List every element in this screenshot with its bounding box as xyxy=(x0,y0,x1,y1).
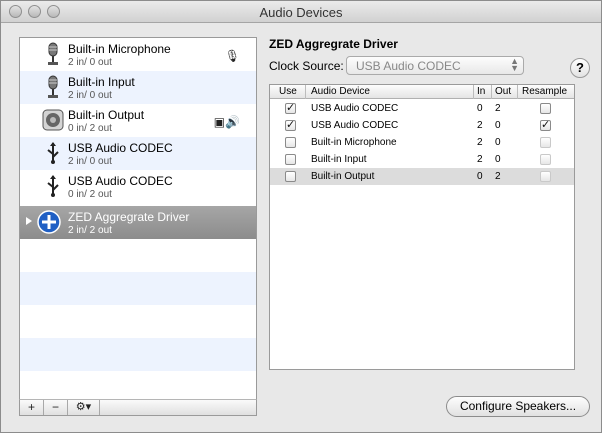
audio-device-cell: Built-in Microphone xyxy=(311,137,397,148)
microphone-icon xyxy=(48,42,58,65)
device-channels: 2 in/ 0 out xyxy=(68,57,112,68)
out-cell: 0 xyxy=(495,137,501,148)
device-channels: 0 in/ 2 out xyxy=(68,123,112,134)
resample-checkbox[interactable]: ✓ xyxy=(540,120,551,131)
disclosure-triangle-icon[interactable] xyxy=(26,217,32,225)
resample-checkbox[interactable] xyxy=(540,103,551,114)
table-row[interactable]: ✓ USB Audio CODEC 2 0 ✓ xyxy=(270,117,574,134)
resample-checkbox xyxy=(540,171,551,182)
audio-devices-window: Audio Devices Built-in Microphone 2 in/ … xyxy=(0,0,602,433)
device-row-zed-aggregate-driver[interactable]: ZED Aggregrate Driver 2 in/ 2 out xyxy=(20,206,256,239)
out-cell: 0 xyxy=(495,154,501,165)
device-name: ZED Aggregrate Driver xyxy=(68,210,190,224)
device-row-built-in-input[interactable]: Built-in Input 2 in/ 0 out xyxy=(20,71,256,104)
empty-list-stripe xyxy=(20,338,256,371)
in-cell: 0 xyxy=(477,171,483,182)
clock-source-value: USB Audio CODEC xyxy=(356,59,461,73)
device-name: Built-in Microphone xyxy=(68,42,171,56)
default-input-icon: 🎙 xyxy=(224,49,240,63)
device-row-usb-audio-codec-input[interactable]: USB Audio CODEC 2 in/ 0 out xyxy=(20,137,256,170)
use-checkbox[interactable] xyxy=(285,154,296,165)
table-header: Use Audio Device In Out Resample xyxy=(270,85,574,99)
in-cell: 2 xyxy=(477,154,483,165)
help-button[interactable]: ? xyxy=(570,58,590,78)
usb-icon xyxy=(47,142,59,164)
column-header-use[interactable]: Use xyxy=(279,86,297,97)
device-list: Built-in Microphone 2 in/ 0 out 🎙 Built-… xyxy=(19,37,257,400)
usb-icon xyxy=(47,175,59,197)
device-row-built-in-microphone[interactable]: Built-in Microphone 2 in/ 0 out 🎙 xyxy=(20,38,256,71)
device-name: Built-in Output xyxy=(68,108,145,122)
device-channels: 2 in/ 0 out xyxy=(68,156,112,167)
device-row-built-in-output[interactable]: Built-in Output 0 in/ 2 out ▣🔊 xyxy=(20,104,256,137)
table-row[interactable]: Built-in Input 2 0 xyxy=(270,151,574,168)
clock-source-label: Clock Source: xyxy=(269,59,344,73)
speaker-icon xyxy=(42,109,64,131)
device-name: USB Audio CODEC xyxy=(68,174,173,188)
audio-device-cell: USB Audio CODEC xyxy=(311,120,399,131)
device-channels: 2 in/ 0 out xyxy=(68,90,112,101)
out-cell: 0 xyxy=(495,120,501,131)
audio-device-cell: USB Audio CODEC xyxy=(311,103,399,114)
in-cell: 2 xyxy=(477,120,483,131)
select-arrows-icon: ▲ ▼ xyxy=(510,56,519,73)
add-device-button[interactable]: + xyxy=(20,400,44,415)
empty-list-stripe xyxy=(20,272,256,305)
table-row[interactable]: Built-in Microphone 2 0 xyxy=(270,134,574,151)
clock-source-select[interactable]: USB Audio CODEC ▲ ▼ xyxy=(346,56,524,75)
out-cell: 2 xyxy=(495,103,501,114)
use-checkbox[interactable] xyxy=(285,171,296,182)
use-checkbox[interactable]: ✓ xyxy=(285,120,296,131)
table-row[interactable]: ✓ USB Audio CODEC 0 2 xyxy=(270,100,574,117)
microphone-icon xyxy=(48,75,58,98)
use-checkbox[interactable] xyxy=(285,137,296,148)
in-cell: 0 xyxy=(477,103,483,114)
device-name: Built-in Input xyxy=(68,75,135,89)
device-channels: 2 in/ 2 out xyxy=(68,225,112,236)
device-row-usb-audio-codec-output[interactable]: USB Audio CODEC 0 in/ 2 out xyxy=(20,170,256,203)
titlebar: Audio Devices xyxy=(1,1,601,23)
in-cell: 2 xyxy=(477,137,483,148)
device-list-toolbar: + − ⚙▾ xyxy=(19,399,257,416)
column-header-in[interactable]: In xyxy=(477,86,485,97)
column-header-audio-device[interactable]: Audio Device xyxy=(311,86,370,97)
aggregate-plus-icon xyxy=(37,210,61,234)
resample-checkbox xyxy=(540,154,551,165)
column-header-out[interactable]: Out xyxy=(495,86,511,97)
configure-speakers-button[interactable]: Configure Speakers... xyxy=(446,396,590,417)
column-header-resample[interactable]: Resample xyxy=(522,86,567,97)
out-cell: 2 xyxy=(495,171,501,182)
audio-device-cell: Built-in Input xyxy=(311,154,367,165)
table-row[interactable]: Built-in Output 0 2 xyxy=(270,168,574,185)
resample-checkbox xyxy=(540,137,551,148)
default-output-icon: ▣🔊 xyxy=(213,115,240,129)
aggregate-device-title: ZED Aggregrate Driver xyxy=(269,37,398,51)
remove-device-button[interactable]: − xyxy=(44,400,68,415)
subdevice-table: Use Audio Device In Out Resample ✓ USB A… xyxy=(269,84,575,370)
audio-device-cell: Built-in Output xyxy=(311,171,375,182)
window-title: Audio Devices xyxy=(259,5,343,20)
device-name: USB Audio CODEC xyxy=(68,141,173,155)
use-checkbox[interactable]: ✓ xyxy=(285,103,296,114)
device-channels: 0 in/ 2 out xyxy=(68,189,112,200)
gear-menu-button[interactable]: ⚙▾ xyxy=(68,400,100,415)
